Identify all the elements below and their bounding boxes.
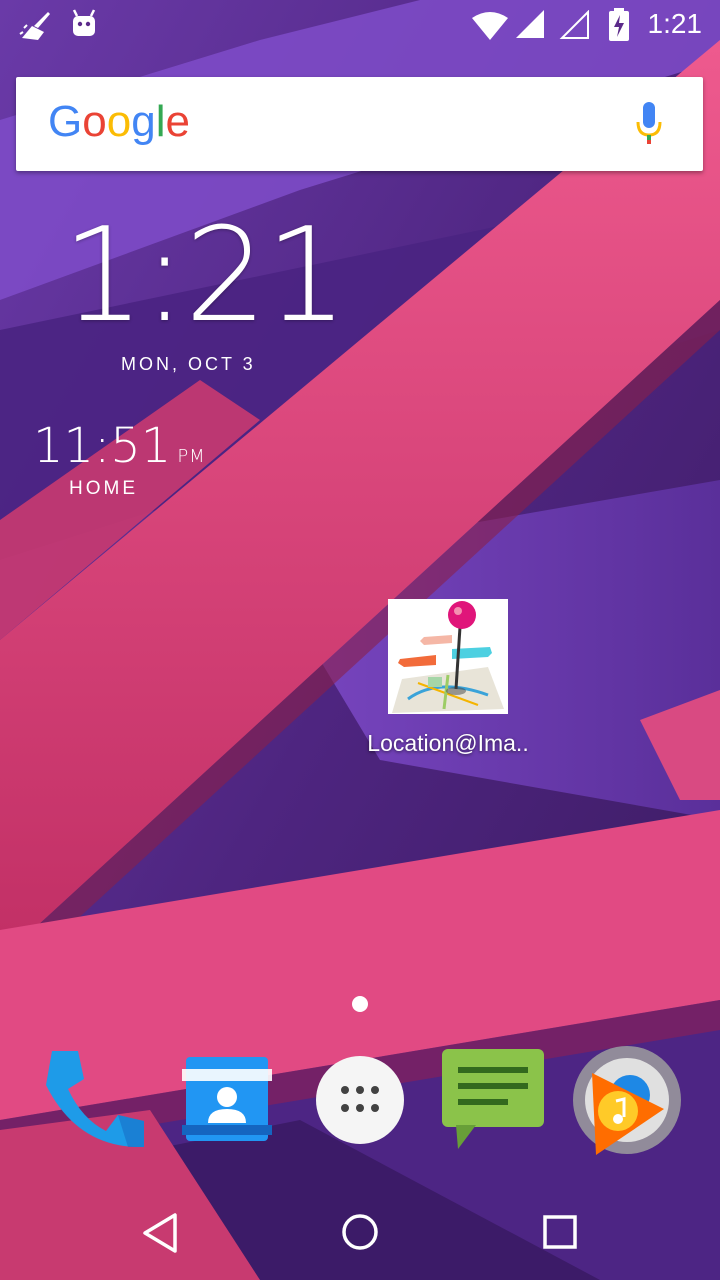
location-app-label[interactable]: Location@Ima.. [340, 730, 556, 757]
phone-icon [46, 1051, 144, 1148]
back-icon [143, 1213, 177, 1253]
play-music-icon [573, 1046, 681, 1155]
messaging-icon [442, 1049, 544, 1149]
dock-play-music[interactable] [572, 1045, 682, 1155]
android-icon [70, 8, 98, 42]
signal-empty-icon [558, 9, 590, 44]
wifi-icon [472, 12, 508, 44]
google-logo-letter: o [82, 97, 107, 146]
contacts-icon [182, 1057, 272, 1141]
clock-widget-time[interactable]: 1:21 [62, 210, 348, 340]
recents-icon [543, 1215, 577, 1249]
dock-phone[interactable] [38, 1045, 148, 1155]
nav-home-button[interactable] [325, 1195, 395, 1265]
battery-charging-icon [608, 8, 630, 46]
world-clock-digits: 11:51 [33, 418, 172, 474]
signal-icon [514, 10, 546, 44]
google-logo: Google [48, 97, 190, 147]
dock-messaging[interactable] [438, 1045, 548, 1155]
google-logo-letter: o [106, 97, 132, 146]
mic-icon[interactable] [635, 102, 663, 150]
app-drawer-icon [316, 1056, 404, 1144]
location-pin-map-icon [388, 599, 508, 714]
cleaner-icon [18, 8, 54, 46]
clock-widget-date: MON, OCT 3 [121, 354, 256, 374]
google-logo-letter: l [155, 97, 166, 146]
google-logo-letter: e [165, 97, 190, 146]
status-bar: 1:21 [0, 0, 720, 50]
google-search-bar[interactable]: Google [16, 77, 703, 171]
google-logo-letter: g [131, 97, 156, 146]
google-logo-letter: G [48, 97, 83, 146]
dock-contacts[interactable] [172, 1045, 282, 1155]
dock-app-drawer[interactable] [305, 1045, 415, 1155]
nav-back-button[interactable] [125, 1195, 195, 1265]
nav-recents-button[interactable] [525, 1195, 595, 1265]
page-indicator-dot [352, 996, 368, 1012]
status-clock: 1:21 [647, 8, 703, 39]
home-icon [342, 1214, 378, 1250]
world-clock-ampm: PM [177, 446, 206, 467]
location-app-icon[interactable] [388, 599, 508, 714]
world-clock-city: HOME [69, 478, 138, 499]
world-clock-time: 11:51 PM [33, 420, 206, 483]
